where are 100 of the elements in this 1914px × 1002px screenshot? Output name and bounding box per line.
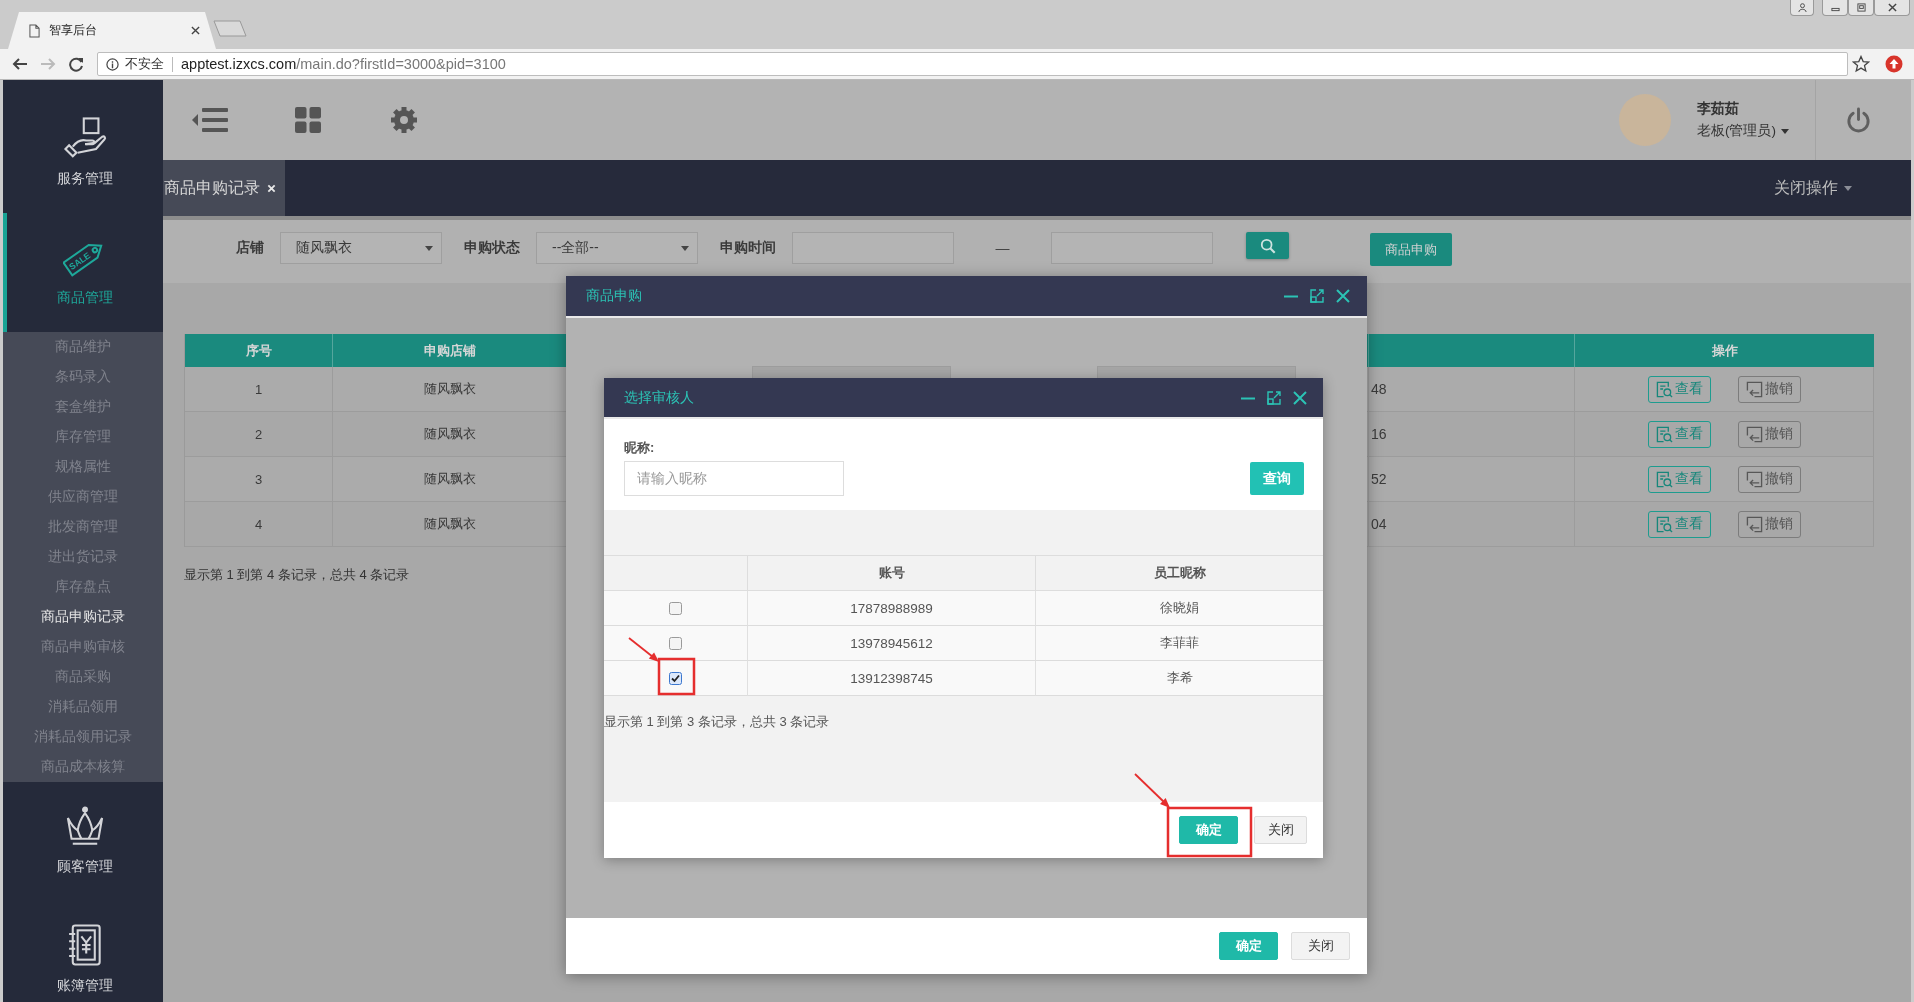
caret-icon	[1844, 185, 1852, 191]
column-header: 账号	[748, 556, 1036, 591]
submenu-item[interactable]: 消耗品领用	[3, 692, 163, 722]
close-button[interactable]: 关闭	[1291, 932, 1350, 960]
table-cell: 李菲菲	[1036, 626, 1323, 661]
document-search-icon	[1655, 515, 1673, 533]
table-cell: 徐晓娟	[1036, 591, 1323, 626]
filter-label: 申购时间	[720, 239, 776, 257]
close-icon[interactable]	[191, 26, 200, 35]
confirm-button[interactable]: 确定	[1219, 932, 1278, 960]
table-cell: 16	[1369, 412, 1575, 457]
close-icon[interactable]	[1336, 289, 1350, 303]
return-arrow-icon	[1745, 470, 1763, 488]
address-bar[interactable]: 不安全 apptest.izxcs.com/main.do?firstId=3000&pid=3100	[97, 52, 1848, 76]
view-button[interactable]: 查看	[1647, 375, 1711, 403]
document-search-icon	[1655, 380, 1673, 398]
browser-tab[interactable]: 智享后台	[8, 12, 216, 49]
close-icon[interactable]	[1293, 390, 1307, 405]
table-cell: 李希	[1036, 661, 1323, 696]
profile-button[interactable]	[1790, 0, 1814, 16]
page-tab[interactable]: 商品申购记录	[163, 160, 285, 216]
submenu-item[interactable]: 消耗品领用记录	[3, 722, 163, 752]
settings-icon[interactable]	[391, 107, 417, 133]
filter-label: 申购状态	[464, 239, 520, 257]
up-arrow-circle-icon[interactable]	[1885, 55, 1903, 73]
select-field[interactable]: 随风飘衣	[280, 232, 442, 264]
highlight-frame	[657, 657, 696, 696]
submenu-item[interactable]: 商品申购记录	[3, 602, 163, 632]
checkbox[interactable]	[669, 601, 682, 615]
close-button[interactable]: 关闭	[1254, 816, 1307, 844]
back-icon[interactable]	[11, 56, 29, 72]
submenu-item[interactable]: 商品采购	[3, 662, 163, 692]
table-cell: 13978945612	[748, 626, 1036, 661]
range-separator: —	[994, 239, 1011, 258]
role-dropdown[interactable]: 老板(管理员)	[1697, 122, 1789, 140]
close-operations-menu[interactable]: 关闭操作	[1774, 160, 1852, 216]
column-header: 序号	[185, 334, 333, 367]
return-arrow-icon	[1745, 515, 1763, 533]
apply-button[interactable]: 商品申购	[1370, 233, 1452, 266]
submenu-item[interactable]: 商品申购审核	[3, 632, 163, 662]
document-search-icon	[1655, 470, 1673, 488]
document-icon	[29, 23, 40, 38]
caret-icon	[425, 245, 433, 251]
maximize-button[interactable]	[1848, 0, 1874, 16]
caret-icon	[681, 245, 689, 251]
filter-label: 店铺	[236, 239, 264, 257]
menu-icon[interactable]	[192, 107, 228, 133]
maximize-icon[interactable]	[1310, 289, 1324, 303]
reload-icon[interactable]	[67, 56, 85, 72]
return-arrow-icon	[1745, 380, 1763, 398]
field-label: 昵称:	[624, 439, 655, 457]
sidebar-item[interactable]: 账簿管理	[3, 901, 163, 1002]
record-count-text: 显示第 1 到第 3 条记录，总共 3 条记录	[604, 713, 830, 731]
person-icon	[1797, 3, 1807, 12]
table-cell: 4	[185, 502, 333, 547]
table-cell: 48	[1369, 367, 1575, 412]
table-cell: 3	[185, 457, 333, 502]
search-button[interactable]: 查询	[1250, 462, 1304, 495]
arrow	[1134, 773, 1170, 808]
close-icon	[1887, 3, 1897, 12]
user-name: 李茹茹	[1697, 100, 1739, 118]
nickname-field[interactable]: 请输入昵称	[624, 461, 844, 496]
star-icon[interactable]	[1852, 55, 1870, 73]
checkbox[interactable]	[669, 671, 682, 685]
caret-icon	[1781, 128, 1789, 134]
view-button[interactable]: 查看	[1647, 510, 1711, 538]
security-label[interactable]: 不安全	[125, 55, 164, 73]
maximize-icon	[1856, 3, 1866, 12]
power-icon[interactable]	[1845, 106, 1872, 134]
table-cell: 52	[1369, 457, 1575, 502]
table-cell: 17878988989	[748, 591, 1036, 626]
table-cell: 2	[185, 412, 333, 457]
close-window-button[interactable]	[1874, 0, 1910, 16]
info-icon[interactable]	[106, 57, 119, 71]
arrow	[628, 637, 659, 662]
search-icon	[1259, 237, 1276, 254]
grid-icon[interactable]	[295, 107, 321, 133]
view-button[interactable]: 查看	[1647, 465, 1711, 493]
column-header: 操作	[1575, 334, 1874, 367]
table-cell: 1	[185, 367, 333, 412]
table-cell: 04	[1369, 502, 1575, 547]
sidebar-item[interactable]: 顾客管理	[3, 782, 163, 901]
record-count-text: 显示第 1 到第 4 条记录，总共 4 条记录	[184, 566, 410, 584]
minimize-button[interactable]	[1822, 0, 1848, 16]
select-field[interactable]: --全部--	[536, 232, 698, 264]
confirm-button[interactable]: 确定	[1179, 816, 1238, 844]
url-text: apptest.izxcs.com/main.do?firstId=3000&pid=3100	[181, 56, 506, 72]
dialog-title: 商品申购	[586, 287, 642, 305]
view-button[interactable]: 查看	[1647, 420, 1711, 448]
maximize-icon[interactable]	[1267, 390, 1281, 405]
sidebar-item[interactable]: 服务管理	[3, 94, 163, 213]
submenu-item[interactable]: 进出货记录	[3, 542, 163, 572]
submenu-item[interactable]: 商品维护	[3, 332, 163, 362]
table-cell: 13912398745	[748, 661, 1036, 696]
checkbox[interactable]	[669, 636, 682, 650]
return-arrow-icon	[1745, 425, 1763, 443]
document-search-icon	[1655, 425, 1673, 443]
column-header: 申购店铺	[333, 334, 567, 367]
search-button[interactable]	[1246, 232, 1289, 259]
hand-holding-box-icon	[63, 116, 107, 160]
